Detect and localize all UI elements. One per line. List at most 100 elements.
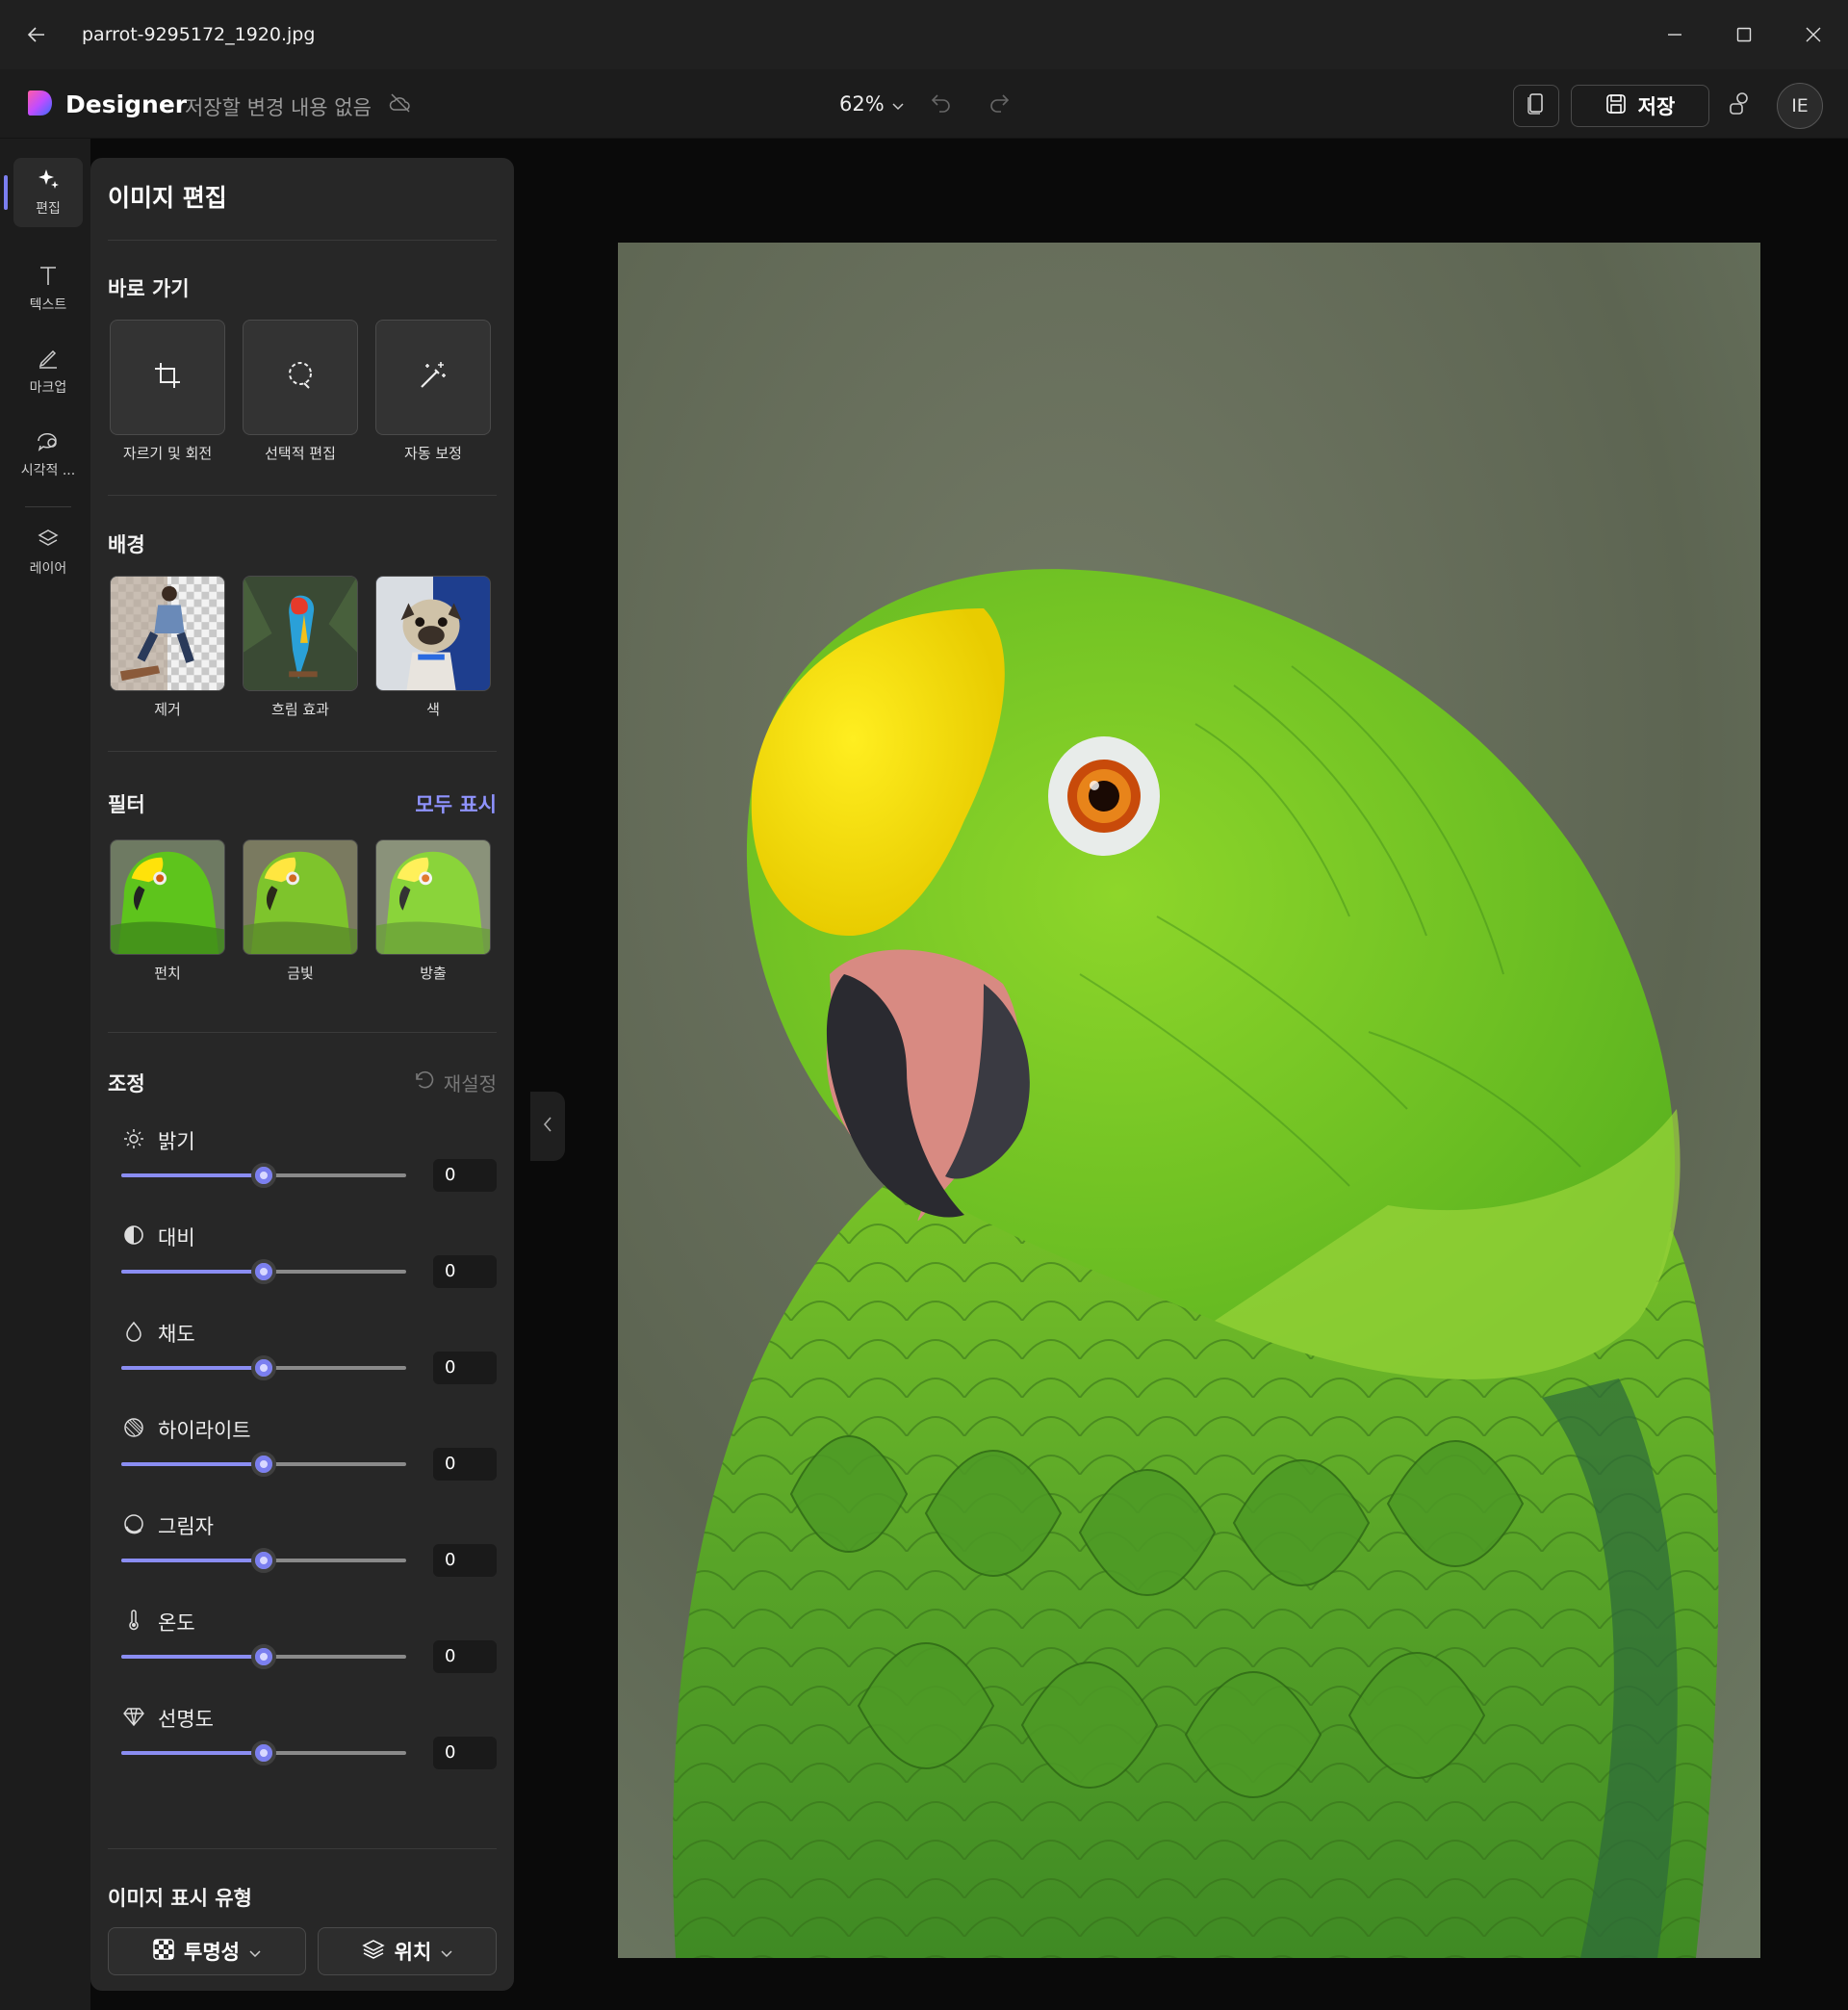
section-display-title: 이미지 표시 유형 <box>108 1887 252 1910</box>
contrast-value[interactable]: 0 <box>433 1255 497 1288</box>
section-shortcuts-title: 바로 가기 <box>108 277 190 300</box>
slider-fill <box>121 1559 264 1562</box>
thermometer-icon <box>123 1609 144 1636</box>
close-icon[interactable] <box>1779 0 1848 69</box>
adjust-shadow-label: 그림자 <box>123 1511 214 1540</box>
bg-color-thumbnail <box>376 577 490 690</box>
show-all-link[interactable]: 모두 표시 <box>415 789 497 818</box>
tile-label: 색 <box>426 701 440 718</box>
slider-fill <box>121 1366 264 1370</box>
bg-color-tile[interactable] <box>375 576 491 691</box>
filter-radiate-thumbnail <box>376 840 490 954</box>
reset-button[interactable]: 재설정 <box>413 1069 497 1096</box>
slider-knob[interactable] <box>251 1644 276 1669</box>
slider-fill <box>121 1270 264 1274</box>
brightness-value[interactable]: 0 <box>433 1159 497 1192</box>
crop-icon <box>153 361 182 394</box>
tile-label: 금빛 <box>287 965 314 982</box>
highlight-slider[interactable] <box>121 1452 406 1477</box>
chevron-down-icon <box>249 1940 261 1963</box>
slider-knob[interactable] <box>251 1452 276 1477</box>
rail-item-layers[interactable]: 레이어 <box>13 518 83 587</box>
section-adjust-title: 조정 <box>108 1072 145 1095</box>
tile-label: 흐림 효과 <box>271 701 329 718</box>
opacity-dropdown[interactable]: 투명성 <box>108 1927 306 1975</box>
page-icon <box>1527 92 1546 119</box>
saturation-slider[interactable] <box>121 1355 406 1380</box>
reset-icon <box>413 1069 434 1095</box>
divider <box>108 1032 497 1033</box>
slider-knob[interactable] <box>251 1163 276 1188</box>
designer-logo-icon <box>27 89 54 117</box>
saturation-value[interactable]: 0 <box>433 1352 497 1384</box>
app-brand: Designer <box>65 90 188 118</box>
filter-golden-thumbnail <box>244 840 357 954</box>
undo-icon[interactable] <box>930 92 953 117</box>
chevron-left-icon <box>543 1117 552 1136</box>
adjust-label: 채도 <box>158 1323 195 1346</box>
sparkle-icon <box>37 168 60 194</box>
slider-knob[interactable] <box>251 1259 276 1284</box>
save-button[interactable]: 저장 <box>1571 85 1709 127</box>
share-icon[interactable] <box>1727 90 1754 121</box>
divider <box>108 751 497 752</box>
filter-golden-tile[interactable] <box>243 839 358 955</box>
checkerboard-icon <box>153 1938 174 1965</box>
rail-item-text[interactable]: 텍스트 <box>13 254 83 323</box>
rail-label: 편집 <box>36 201 61 217</box>
contrast-slider[interactable] <box>121 1259 406 1284</box>
slider-knob[interactable] <box>251 1548 276 1573</box>
layers-icon <box>361 1939 385 1965</box>
image-edit-panel: 이미지 편집 바로 가기 자르기 및 회전 선택적 편집 자동 보정 배경 제거 <box>90 158 514 1991</box>
bg-remove-tile[interactable] <box>110 576 225 691</box>
tile-label: 제거 <box>154 701 181 718</box>
sharpness-value[interactable]: 0 <box>433 1737 497 1769</box>
temperature-slider[interactable] <box>121 1644 406 1669</box>
collapse-panel-button[interactable] <box>530 1092 565 1161</box>
zoom-dropdown[interactable]: 62% <box>839 92 904 116</box>
position-dropdown[interactable]: 위치 <box>318 1927 497 1975</box>
back-arrow-icon[interactable] <box>17 15 56 54</box>
rail-label: 레이어 <box>29 561 67 577</box>
slider-fill <box>121 1462 264 1466</box>
panel-title: 이미지 편집 <box>108 184 227 212</box>
save-status: 저장할 변경 내용 없음 <box>185 96 372 119</box>
shadow-slider[interactable] <box>121 1548 406 1573</box>
maximize-icon[interactable] <box>1709 0 1779 69</box>
selective-edit-tile[interactable] <box>243 320 358 435</box>
app-header: Designer 저장할 변경 내용 없음 62% 저장 IE <box>0 69 1848 139</box>
edited-image[interactable] <box>618 243 1760 1958</box>
rail-label: 텍스트 <box>29 297 67 313</box>
shadow-value[interactable]: 0 <box>433 1544 497 1577</box>
adjust-label: 온도 <box>158 1611 195 1635</box>
slider-knob[interactable] <box>251 1355 276 1380</box>
adjust-label: 그림자 <box>158 1515 214 1538</box>
redo-icon[interactable] <box>988 92 1011 117</box>
rail-item-visual[interactable]: 시각적 ... <box>13 420 83 489</box>
auto-enhance-tile[interactable] <box>375 320 491 435</box>
avatar[interactable]: IE <box>1777 83 1823 129</box>
sharpness-slider[interactable] <box>121 1740 406 1765</box>
zoom-level: 62% <box>839 92 885 116</box>
highlight-value[interactable]: 0 <box>433 1448 497 1481</box>
minimize-icon[interactable] <box>1640 0 1709 69</box>
tile-label: 자동 보정 <box>404 445 462 462</box>
crop-rotate-tile[interactable] <box>110 320 225 435</box>
slider-fill <box>121 1173 264 1177</box>
bg-blur-tile[interactable] <box>243 576 358 691</box>
visual-search-icon <box>36 429 61 456</box>
divider <box>108 495 497 496</box>
brightness-slider[interactable] <box>121 1163 406 1188</box>
temperature-value[interactable]: 0 <box>433 1640 497 1673</box>
page-view-button[interactable] <box>1513 85 1559 127</box>
adjust-contrast-label: 대비 <box>123 1223 195 1251</box>
lasso-icon <box>285 360 316 395</box>
filter-punch-tile[interactable] <box>110 839 225 955</box>
filter-radiate-tile[interactable] <box>375 839 491 955</box>
rail-item-edit[interactable]: 편집 <box>4 158 83 227</box>
rail-item-markup[interactable]: 마크업 <box>13 337 83 406</box>
left-rail: 편집 텍스트 마크업 시각적 ... 레이어 <box>0 139 90 2010</box>
save-icon <box>1605 93 1627 119</box>
slider-knob[interactable] <box>251 1740 276 1765</box>
highlight-icon <box>123 1417 144 1443</box>
